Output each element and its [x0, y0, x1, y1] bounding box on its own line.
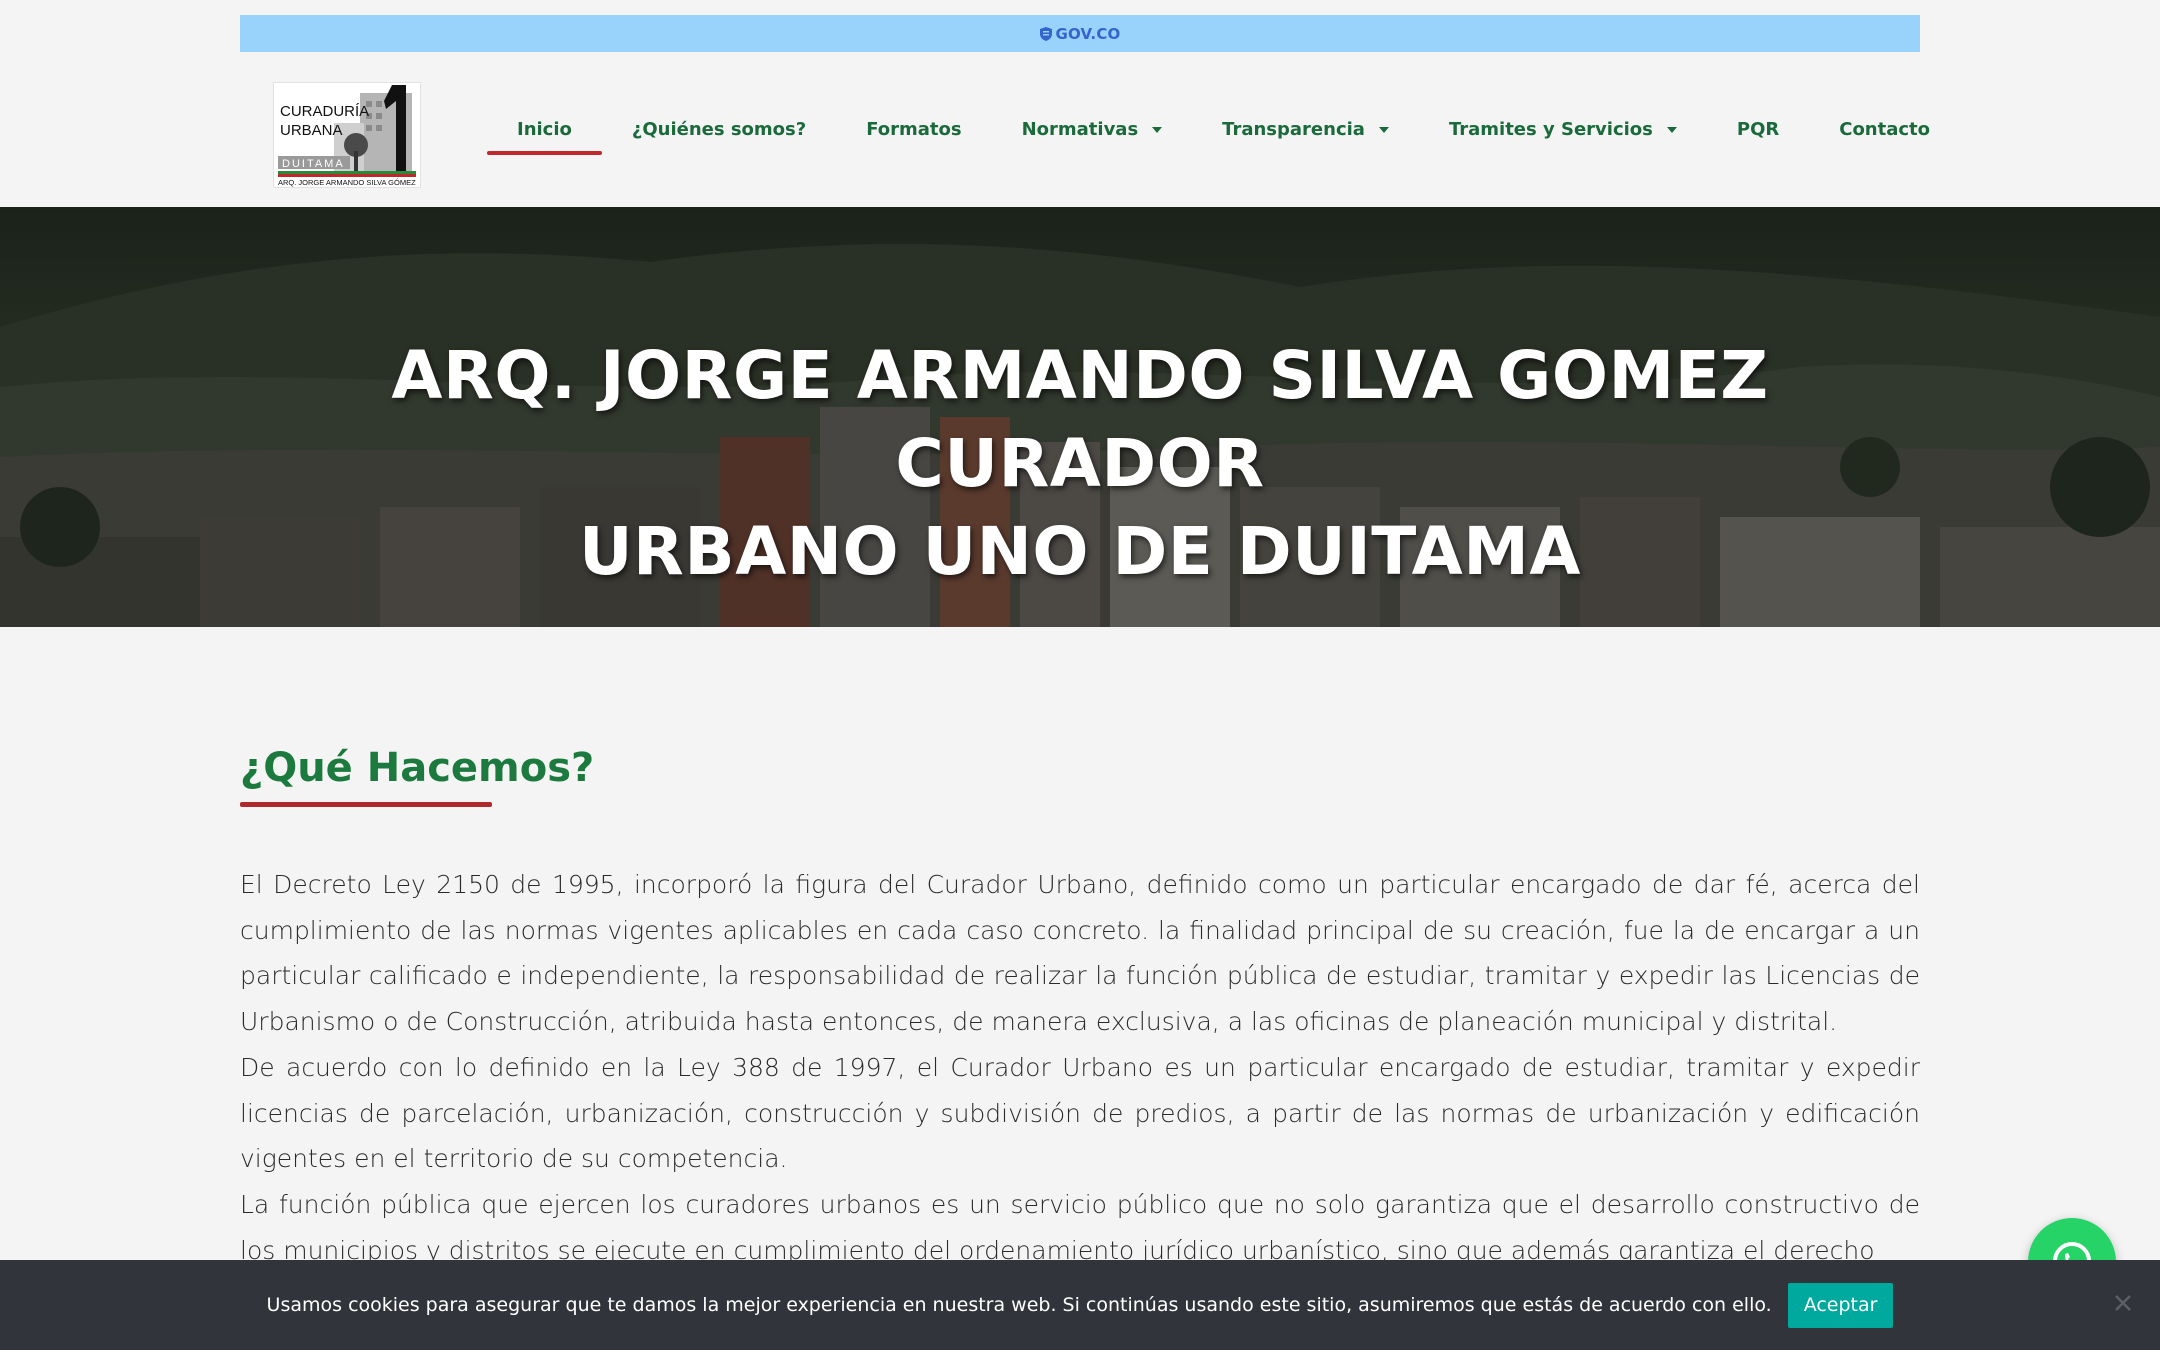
- govco-bar[interactable]: GOV.CO: [240, 15, 1920, 52]
- paragraph: El Decreto Ley 2150 de 1995, incorporó l…: [240, 870, 1920, 1037]
- nav-label: Transparencia: [1222, 119, 1365, 140]
- nav-item-formatos[interactable]: Formatos: [836, 52, 991, 207]
- section-title: ¿Qué Hacemos?: [240, 745, 595, 791]
- paragraph: De acuerdo con lo definido en la Ley 388…: [240, 1052, 1920, 1174]
- hero-title: ARQ. JORGE ARMANDO SILVA GOMEZ CURADOR U…: [0, 332, 2160, 596]
- logo-text-line2: URBANA: [280, 122, 343, 139]
- hero-title-line1: ARQ. JORGE ARMANDO SILVA GOMEZ CURADOR: [391, 337, 1769, 502]
- hero-title-line2: URBANO UNO DE DUITAMA: [578, 513, 1582, 590]
- caret-down-icon: [1666, 126, 1677, 133]
- main-nav: Inicio ¿Quiénes somos? Formatos Normativ…: [487, 52, 1960, 207]
- logo-text-city: DUITAMA: [282, 158, 345, 170]
- nav-item-pqr[interactable]: PQR: [1707, 52, 1809, 207]
- gov-shield-icon: [1039, 26, 1052, 41]
- nav-item-tramites-servicios[interactable]: Tramites y Servicios: [1419, 52, 1707, 207]
- hero-banner: ARQ. JORGE ARMANDO SILVA GOMEZ CURADOR U…: [0, 207, 2160, 627]
- curaduria-logo-graphic: CURADURÍA URBANA DUITAMA ARQ. JORGE ARMA…: [278, 85, 416, 187]
- caret-down-icon: [1378, 126, 1389, 133]
- section-title-underline: [240, 802, 492, 807]
- nav-label: PQR: [1736, 119, 1780, 140]
- nav-label: Normativas: [1021, 119, 1139, 140]
- logo-text-line1: CURADURÍA: [280, 103, 369, 120]
- site-logo[interactable]: CURADURÍA URBANA DUITAMA ARQ. JORGE ARMA…: [273, 82, 421, 188]
- caret-down-icon: [1152, 126, 1163, 133]
- logo-text-owner: ARQ. JORGE ARMANDO SILVA GÓMEZ: [278, 178, 416, 187]
- accept-cookies-button[interactable]: Aceptar: [1787, 1282, 1894, 1328]
- govco-label: GOV.CO: [1055, 24, 1121, 43]
- nav-item-quienes-somos[interactable]: ¿Quiénes somos?: [602, 52, 836, 207]
- nav-item-normativas[interactable]: Normativas: [992, 52, 1193, 207]
- nav-label: Inicio: [517, 119, 572, 140]
- nav-item-contacto[interactable]: Contacto: [1809, 52, 1960, 207]
- section-body: El Decreto Ley 2150 de 1995, incorporó l…: [240, 862, 1920, 1273]
- cookie-message: Usamos cookies para asegurar que te damo…: [266, 1294, 1772, 1316]
- nav-item-inicio[interactable]: Inicio: [487, 52, 602, 207]
- nav-label: Tramites y Servicios: [1448, 119, 1653, 140]
- nav-label: Formatos: [866, 119, 962, 140]
- site-header: CURADURÍA URBANA DUITAMA ARQ. JORGE ARMA…: [0, 52, 2160, 207]
- cookie-consent-bar: Usamos cookies para asegurar que te damo…: [0, 1260, 2160, 1350]
- nav-label: Contacto: [1839, 119, 1931, 140]
- close-icon[interactable]: [2112, 1292, 2134, 1314]
- nav-label: ¿Quiénes somos?: [631, 119, 807, 140]
- nav-item-transparencia[interactable]: Transparencia: [1192, 52, 1419, 207]
